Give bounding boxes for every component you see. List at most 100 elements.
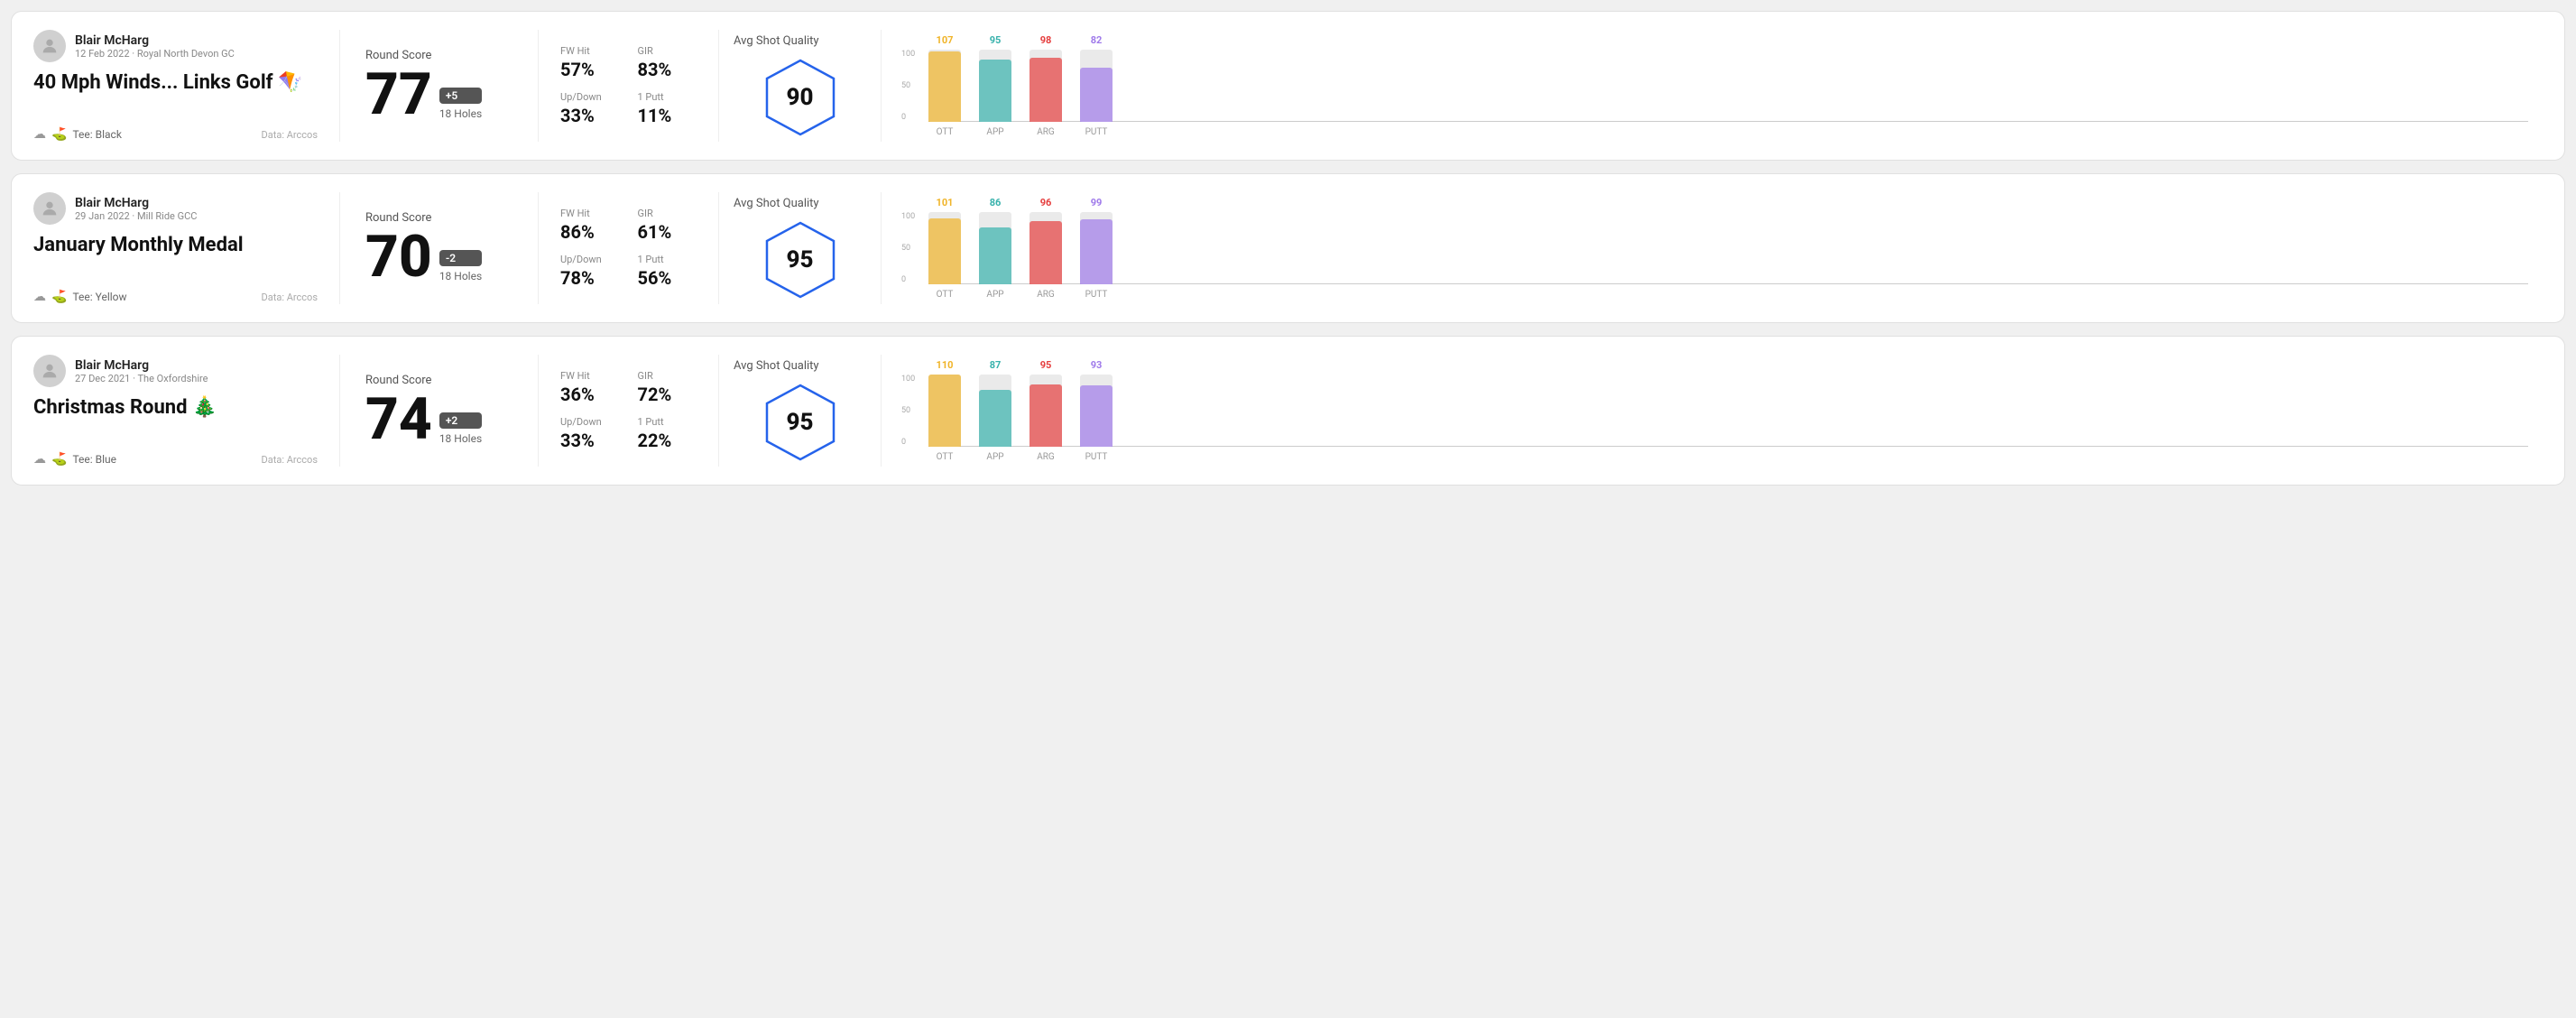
card-chart-3: 100500 110 OTT 87 APP 95 AR bbox=[882, 355, 2543, 467]
oneputt-label: 1 Putt bbox=[638, 254, 697, 265]
bar-value-label: 99 bbox=[1091, 197, 1103, 208]
bar-value-label: 110 bbox=[937, 359, 954, 371]
bar-axis-label: OTT bbox=[937, 290, 954, 300]
updown-label: Up/Down bbox=[560, 416, 620, 428]
bar-fill bbox=[1029, 221, 1062, 284]
bar-background bbox=[928, 50, 961, 122]
bar-background bbox=[979, 212, 1011, 284]
avatar bbox=[33, 192, 66, 225]
bar-axis-label: ARG bbox=[1037, 290, 1055, 300]
bar-group: 99 PUTT bbox=[1080, 212, 1113, 284]
user-meta: 29 Jan 2022 · Mill Ride GCC bbox=[75, 210, 197, 222]
user-name: Blair McHarg bbox=[75, 358, 208, 373]
tee-info: ☁ ⛳ Tee: Yellow bbox=[33, 290, 127, 304]
bar-value-label: 93 bbox=[1091, 359, 1103, 371]
bar-value-label: 96 bbox=[1040, 197, 1052, 208]
score-badge: -2 bbox=[439, 250, 482, 266]
stat-oneputt: 1 Putt 56% bbox=[638, 254, 697, 289]
data-source-label: Data: Arccos bbox=[262, 292, 318, 303]
bar-background bbox=[979, 50, 1011, 122]
round-title: Christmas Round 🎄 bbox=[33, 396, 318, 420]
stat-oneputt: 1 Putt 22% bbox=[638, 416, 697, 451]
card-left-1: Blair McHarg 12 Feb 2022 · Royal North D… bbox=[33, 30, 340, 142]
stats-grid: FW Hit 57% GIR 83% Up/Down 33% 1 Putt 11… bbox=[560, 45, 697, 126]
round-title: 40 Mph Winds... Links Golf 🪁 bbox=[33, 71, 318, 95]
bar-background bbox=[1029, 212, 1062, 284]
score-number: 70 bbox=[365, 228, 432, 286]
round-title: January Monthly Medal bbox=[33, 234, 318, 257]
stat-fw-hit: FW Hit 36% bbox=[560, 370, 620, 405]
card-left-3: Blair McHarg 27 Dec 2021 · The Oxfordshi… bbox=[33, 355, 340, 467]
bar-group: 101 OTT bbox=[928, 212, 961, 284]
oneputt-value: 56% bbox=[638, 267, 697, 289]
gir-value: 83% bbox=[638, 59, 697, 80]
bar-fill bbox=[928, 218, 961, 284]
user-info: Blair McHarg 12 Feb 2022 · Royal North D… bbox=[75, 33, 235, 60]
golf-bag-icon: ⛳ bbox=[51, 127, 67, 142]
score-holes: 18 Holes bbox=[439, 432, 482, 445]
stat-gir: GIR 72% bbox=[638, 370, 697, 405]
updown-label: Up/Down bbox=[560, 254, 620, 265]
oneputt-label: 1 Putt bbox=[638, 91, 697, 103]
oneputt-label: 1 Putt bbox=[638, 416, 697, 428]
score-holes: 18 Holes bbox=[439, 270, 482, 282]
score-badge-col: +2 18 Holes bbox=[439, 412, 482, 445]
weather-icon: ☁ bbox=[33, 290, 46, 304]
golf-bag-icon: ⛳ bbox=[51, 290, 67, 304]
card-stats-2: FW Hit 86% GIR 61% Up/Down 78% 1 Putt 56… bbox=[539, 192, 719, 304]
bar-value-label: 86 bbox=[990, 197, 1002, 208]
bar-group: 98 ARG bbox=[1029, 50, 1062, 122]
gir-value: 61% bbox=[638, 221, 697, 243]
bar-fill bbox=[1080, 385, 1113, 447]
weather-icon: ☁ bbox=[33, 127, 46, 142]
card-footer: ☁ ⛳ Tee: Black Data: Arccos bbox=[33, 127, 318, 142]
bar-value-label: 95 bbox=[1040, 359, 1052, 371]
oneputt-value: 11% bbox=[638, 105, 697, 126]
card-stats-3: FW Hit 36% GIR 72% Up/Down 33% 1 Putt 22… bbox=[539, 355, 719, 467]
hexagon-score: 95 bbox=[787, 409, 814, 436]
score-number: 77 bbox=[365, 66, 432, 124]
user-info: Blair McHarg 29 Jan 2022 · Mill Ride GCC bbox=[75, 196, 197, 222]
bar-value-label: 101 bbox=[937, 197, 954, 208]
updown-value: 33% bbox=[560, 430, 620, 451]
score-main: 77 +5 18 Holes bbox=[365, 66, 512, 124]
card-left-2: Blair McHarg 29 Jan 2022 · Mill Ride GCC… bbox=[33, 192, 340, 304]
fw-hit-label: FW Hit bbox=[560, 45, 620, 57]
data-source-label: Data: Arccos bbox=[262, 129, 318, 141]
bar-axis-label: APP bbox=[986, 290, 1003, 300]
hexagon: 95 bbox=[760, 219, 841, 301]
bar-background bbox=[1029, 375, 1062, 447]
bar-background bbox=[979, 375, 1011, 447]
score-main: 74 +2 18 Holes bbox=[365, 391, 512, 449]
bar-group: 82 PUTT bbox=[1080, 50, 1113, 122]
user-name: Blair McHarg bbox=[75, 33, 235, 48]
fw-hit-value: 57% bbox=[560, 59, 620, 80]
card-footer: ☁ ⛳ Tee: Blue Data: Arccos bbox=[33, 452, 318, 467]
bar-group: 93 PUTT bbox=[1080, 375, 1113, 447]
stat-updown: Up/Down 33% bbox=[560, 91, 620, 126]
bar-group: 96 ARG bbox=[1029, 212, 1062, 284]
stats-grid: FW Hit 36% GIR 72% Up/Down 33% 1 Putt 22… bbox=[560, 370, 697, 451]
card-score-1: Round Score 77 +5 18 Holes bbox=[340, 30, 539, 142]
score-badge-col: -2 18 Holes bbox=[439, 250, 482, 282]
stat-updown: Up/Down 78% bbox=[560, 254, 620, 289]
card-chart-2: 100500 101 OTT 86 APP 96 AR bbox=[882, 192, 2543, 304]
bar-background bbox=[1080, 212, 1113, 284]
bar-background bbox=[1080, 375, 1113, 447]
hexagon-score: 90 bbox=[787, 84, 814, 111]
round-card-3: Blair McHarg 27 Dec 2021 · The Oxfordshi… bbox=[11, 336, 2565, 486]
bar-background bbox=[928, 375, 961, 447]
bar-fill bbox=[928, 51, 961, 122]
card-quality-1: Avg Shot Quality 90 bbox=[719, 30, 882, 142]
hexagon-container: 90 bbox=[734, 57, 866, 138]
tee-label: Tee: Blue bbox=[72, 453, 116, 466]
bar-fill bbox=[1029, 58, 1062, 122]
bar-axis-label: APP bbox=[986, 127, 1003, 137]
round-card-2: Blair McHarg 29 Jan 2022 · Mill Ride GCC… bbox=[11, 173, 2565, 323]
fw-hit-label: FW Hit bbox=[560, 370, 620, 382]
user-row: Blair McHarg 27 Dec 2021 · The Oxfordshi… bbox=[33, 355, 318, 387]
data-source-label: Data: Arccos bbox=[262, 454, 318, 466]
score-holes: 18 Holes bbox=[439, 107, 482, 120]
round-card-1: Blair McHarg 12 Feb 2022 · Royal North D… bbox=[11, 11, 2565, 161]
updown-value: 78% bbox=[560, 267, 620, 289]
